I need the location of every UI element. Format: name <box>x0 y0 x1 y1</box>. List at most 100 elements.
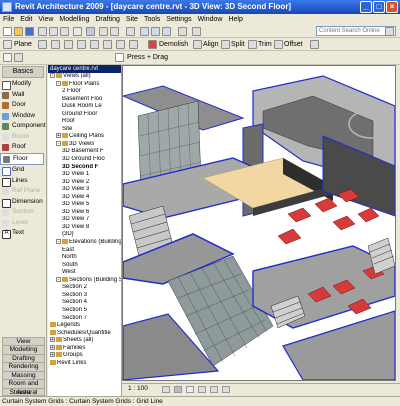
browser-tree-item[interactable]: 3D Basement F <box>48 148 121 156</box>
browser-tree-item[interactable]: + Ceiling Plans <box>48 133 121 141</box>
collapse-icon[interactable]: - <box>56 276 61 282</box>
modify-tool[interactable]: Modify <box>0 79 46 90</box>
browser-tree-item[interactable]: - Sections (Building S <box>48 276 121 285</box>
offset-icon[interactable] <box>274 40 283 49</box>
expand-icon[interactable]: + <box>50 344 55 350</box>
door-tool[interactable]: Door <box>0 100 46 111</box>
3d-viewport[interactable] <box>122 65 396 381</box>
pin-icon[interactable] <box>129 40 138 49</box>
plane-icon[interactable] <box>3 40 12 49</box>
browser-tree-item[interactable]: Section 3 <box>48 292 121 300</box>
browser-tree-item[interactable]: East <box>48 247 121 255</box>
crop-region-icon[interactable] <box>198 386 206 393</box>
section-tool[interactable]: Section <box>0 207 46 218</box>
press-drag-checkbox[interactable] <box>115 53 124 62</box>
browser-tree-item[interactable]: Site <box>48 126 121 134</box>
split-button[interactable]: Split <box>231 38 245 51</box>
menu-edit[interactable]: Edit <box>17 14 35 25</box>
demolish-icon[interactable] <box>148 40 157 49</box>
camera-icon[interactable] <box>151 27 160 36</box>
floor-tool[interactable]: Floor <box>0 152 44 165</box>
array-icon[interactable] <box>103 40 112 49</box>
level-tool[interactable]: Level <box>0 218 46 229</box>
align-icon[interactable] <box>193 40 202 49</box>
offset-button[interactable]: Offset <box>284 38 303 51</box>
browser-tree-item[interactable]: 3D View 8 <box>48 224 121 232</box>
menu-tools[interactable]: Tools <box>141 14 163 25</box>
split-icon[interactable] <box>221 40 230 49</box>
copy-icon[interactable] <box>49 27 58 36</box>
basics-tab-header[interactable]: Basics <box>2 66 44 78</box>
browser-tree-item[interactable]: West <box>48 269 121 277</box>
browser-tree-item[interactable]: Legends <box>48 322 121 330</box>
menu-view[interactable]: View <box>35 14 56 25</box>
demolish-button[interactable]: Demolish <box>159 38 188 51</box>
new-file-icon[interactable] <box>3 27 12 36</box>
minimize-button[interactable]: _ <box>360 1 372 13</box>
model-graphics-icon[interactable] <box>174 386 182 393</box>
edit-icon[interactable] <box>73 27 82 36</box>
dimension-tool[interactable]: Dimension <box>0 197 46 208</box>
expand-icon[interactable]: + <box>56 133 61 139</box>
browser-tree-item[interactable]: - 3D Views <box>48 140 121 149</box>
browser-tree-item[interactable]: 3D View 5 <box>48 201 121 209</box>
type-selector-icon[interactable] <box>14 53 23 62</box>
view-scale[interactable]: 1 : 100 <box>128 384 148 394</box>
browser-tree-item[interactable]: Ground Floor <box>48 111 121 119</box>
ref-plane-tool[interactable]: Ref Plane <box>0 186 46 197</box>
browser-tree-item[interactable]: - Floor Plans <box>48 80 121 89</box>
temporary-hide-icon[interactable] <box>222 386 230 393</box>
element-properties-icon[interactable] <box>3 53 12 62</box>
collapse-icon[interactable]: - <box>56 80 61 86</box>
viewport-scrollbar[interactable] <box>396 65 400 383</box>
browser-tree-item[interactable]: Section 7 <box>48 315 121 323</box>
menu-modelling[interactable]: Modelling <box>56 14 92 25</box>
show-crop-icon[interactable] <box>210 386 218 393</box>
text-tool[interactable]: A Text <box>0 228 46 239</box>
binoculars-icon[interactable] <box>385 27 394 36</box>
align-button[interactable]: Align <box>203 38 219 51</box>
detail-level-icon[interactable] <box>162 386 170 393</box>
room-tool[interactable]: Room <box>0 132 46 143</box>
browser-tree-item[interactable]: Section 5 <box>48 307 121 315</box>
tab-view[interactable]: View <box>2 336 45 345</box>
maximize-button[interactable]: □ <box>373 1 385 13</box>
browser-tree-item[interactable]: 3D View 4 <box>48 194 121 202</box>
browser-tree-item[interactable]: 2 Floor <box>48 88 121 96</box>
trim-button[interactable]: Trim <box>258 38 272 51</box>
resize-icon[interactable] <box>116 40 125 49</box>
browser-tree-item[interactable]: Dusk Room Le <box>48 103 121 111</box>
3d-view-icon[interactable] <box>140 27 149 36</box>
roof-tool[interactable]: Roof <box>0 142 46 153</box>
browser-tree-item[interactable]: + Groups <box>48 352 121 360</box>
redo-icon[interactable] <box>110 27 119 36</box>
mirror-icon[interactable] <box>90 40 99 49</box>
thin-lines-icon[interactable] <box>178 27 187 36</box>
open-folder-icon[interactable] <box>14 27 23 36</box>
match-icon[interactable] <box>38 40 47 49</box>
browser-tree-item[interactable]: Section 4 <box>48 299 121 307</box>
browser-tree-item[interactable]: 3D View 7 <box>48 216 121 224</box>
move-icon[interactable] <box>51 40 60 49</box>
expand-icon[interactable]: + <box>50 352 55 358</box>
tab-rendering[interactable]: Rendering <box>2 362 45 371</box>
collapse-icon[interactable]: - <box>56 140 61 146</box>
browser-tree-item[interactable]: 3D View 3 <box>48 186 121 194</box>
measure-icon[interactable] <box>126 27 135 36</box>
browser-tree-item[interactable]: 3D Ground Floo <box>48 156 121 164</box>
menu-settings[interactable]: Settings <box>163 14 194 25</box>
browser-tree-item[interactable]: Section 2 <box>48 284 121 292</box>
tab-room-and-area[interactable]: Room and Area <box>2 379 45 396</box>
help-icon[interactable] <box>192 27 201 36</box>
copy-element-icon[interactable] <box>64 40 73 49</box>
collapse-icon[interactable]: - <box>50 73 55 79</box>
lines-tool[interactable]: Lines <box>0 176 46 187</box>
menu-window[interactable]: Window <box>195 14 226 25</box>
menu-drafting[interactable]: Drafting <box>92 14 123 25</box>
collapse-icon[interactable]: - <box>56 239 61 245</box>
wall-tool[interactable]: Wall <box>0 90 46 101</box>
component-tool[interactable]: Component <box>0 121 46 132</box>
browser-tree-item[interactable]: 3D View 2 <box>48 179 121 187</box>
cut-icon[interactable] <box>38 27 47 36</box>
trim-icon[interactable] <box>248 40 257 49</box>
